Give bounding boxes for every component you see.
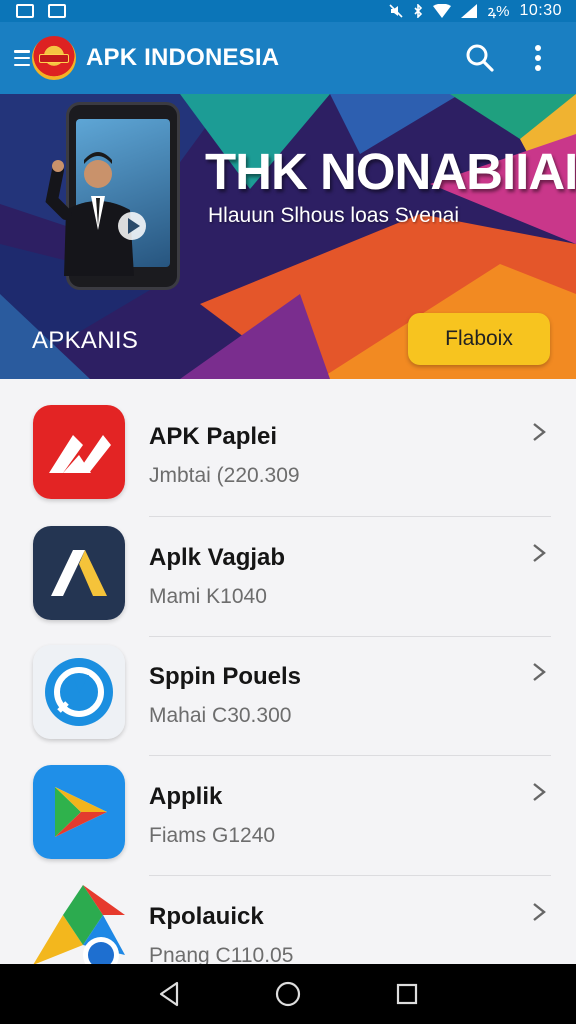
red-app-icon bbox=[33, 405, 125, 499]
system-nav-bar bbox=[0, 964, 576, 1024]
app-bar: APK INDONESIA bbox=[0, 22, 576, 94]
search-icon[interactable] bbox=[460, 38, 500, 78]
list-item[interactable]: APK Paplei Jmbtai (220.309 bbox=[0, 379, 576, 499]
recents-icon[interactable] bbox=[387, 974, 427, 1014]
app-meta: Mahai C30.300 bbox=[149, 704, 292, 727]
app-name: Rpolauick bbox=[149, 903, 264, 930]
list-item[interactable]: Sppin Pouels Mahai C30.300 bbox=[0, 619, 576, 739]
app-meta: Mami K1040 bbox=[149, 585, 267, 608]
chevron-right-icon bbox=[533, 663, 546, 681]
blue-circle-app-icon bbox=[33, 645, 125, 739]
chevron-right-icon bbox=[533, 783, 546, 801]
back-icon[interactable] bbox=[149, 974, 189, 1014]
app-logo bbox=[32, 36, 76, 80]
app-title: APK INDONESIA bbox=[86, 44, 280, 71]
list-item[interactable]: Aplk Vagjab Mami K1040 bbox=[0, 500, 576, 620]
list-item[interactable]: Applik Fiams G1240 bbox=[0, 739, 576, 859]
banner-subtitle: Hlauun Slhous loas Svenai bbox=[208, 204, 459, 227]
presenter-illustration bbox=[45, 152, 146, 276]
signal-icon bbox=[461, 4, 478, 18]
list-item[interactable]: Rpolauick Pnang C110.05 bbox=[0, 859, 576, 964]
home-icon[interactable] bbox=[268, 974, 308, 1014]
banner-action-button[interactable]: Flaboix bbox=[408, 313, 550, 365]
play-triangle-app-icon bbox=[33, 765, 125, 859]
app-list: APK Paplei Jmbtai (220.309 Aplk Vagjab M… bbox=[0, 379, 576, 964]
menu-icon[interactable] bbox=[14, 50, 30, 66]
banner-title: THK NONABIIAI bbox=[205, 143, 576, 200]
navy-a-app-icon bbox=[33, 526, 125, 620]
mail-icon bbox=[16, 4, 34, 18]
app-name: Applik bbox=[149, 783, 223, 810]
app-meta: Jmbtai (220.309 bbox=[149, 464, 300, 487]
multicolor-app-icon bbox=[33, 885, 125, 964]
more-vert-icon[interactable] bbox=[518, 38, 558, 78]
app-name: Sppin Pouels bbox=[149, 663, 302, 690]
wifi-icon bbox=[433, 4, 452, 18]
bluetooth-icon bbox=[414, 4, 423, 18]
image-icon bbox=[48, 4, 66, 18]
app-meta: Fiams G1240 bbox=[149, 824, 276, 847]
status-bar: ꝝ% 10:30 bbox=[0, 0, 576, 22]
chevron-right-icon bbox=[533, 423, 546, 441]
chevron-right-icon bbox=[533, 903, 546, 921]
app-meta: Pnang C110.05 bbox=[149, 944, 294, 964]
app-name: APK Paplei bbox=[149, 423, 278, 450]
mute-icon bbox=[389, 4, 404, 18]
chevron-right-icon bbox=[533, 544, 546, 562]
app-name: Aplk Vagjab bbox=[149, 544, 286, 571]
promo-banner[interactable]: THK NONABIIAI Hlauun Slhous loas Svenai … bbox=[0, 94, 576, 379]
banner-brand: APKANIS bbox=[32, 327, 139, 354]
battery-text: ꝝ% bbox=[487, 3, 510, 20]
status-time: 10:30 bbox=[519, 2, 562, 19]
